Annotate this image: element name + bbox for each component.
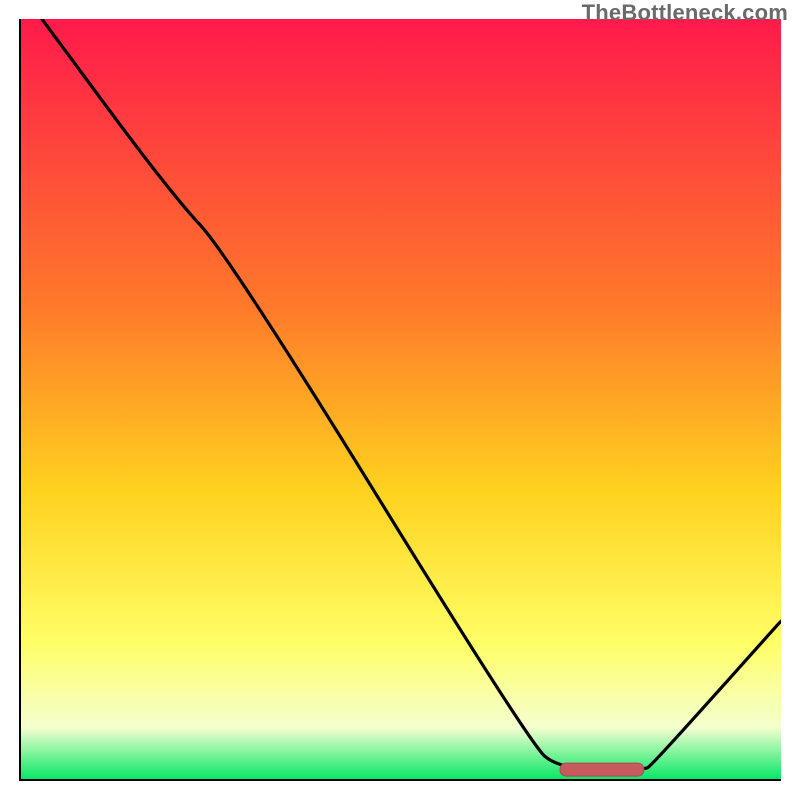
plot-area (19, 19, 781, 781)
watermark-text: TheBottleneck.com (582, 0, 788, 26)
chart-frame: TheBottleneck.com (0, 0, 800, 800)
chart-svg (19, 19, 781, 781)
optimum-marker (560, 763, 644, 776)
gradient-background (19, 19, 781, 781)
